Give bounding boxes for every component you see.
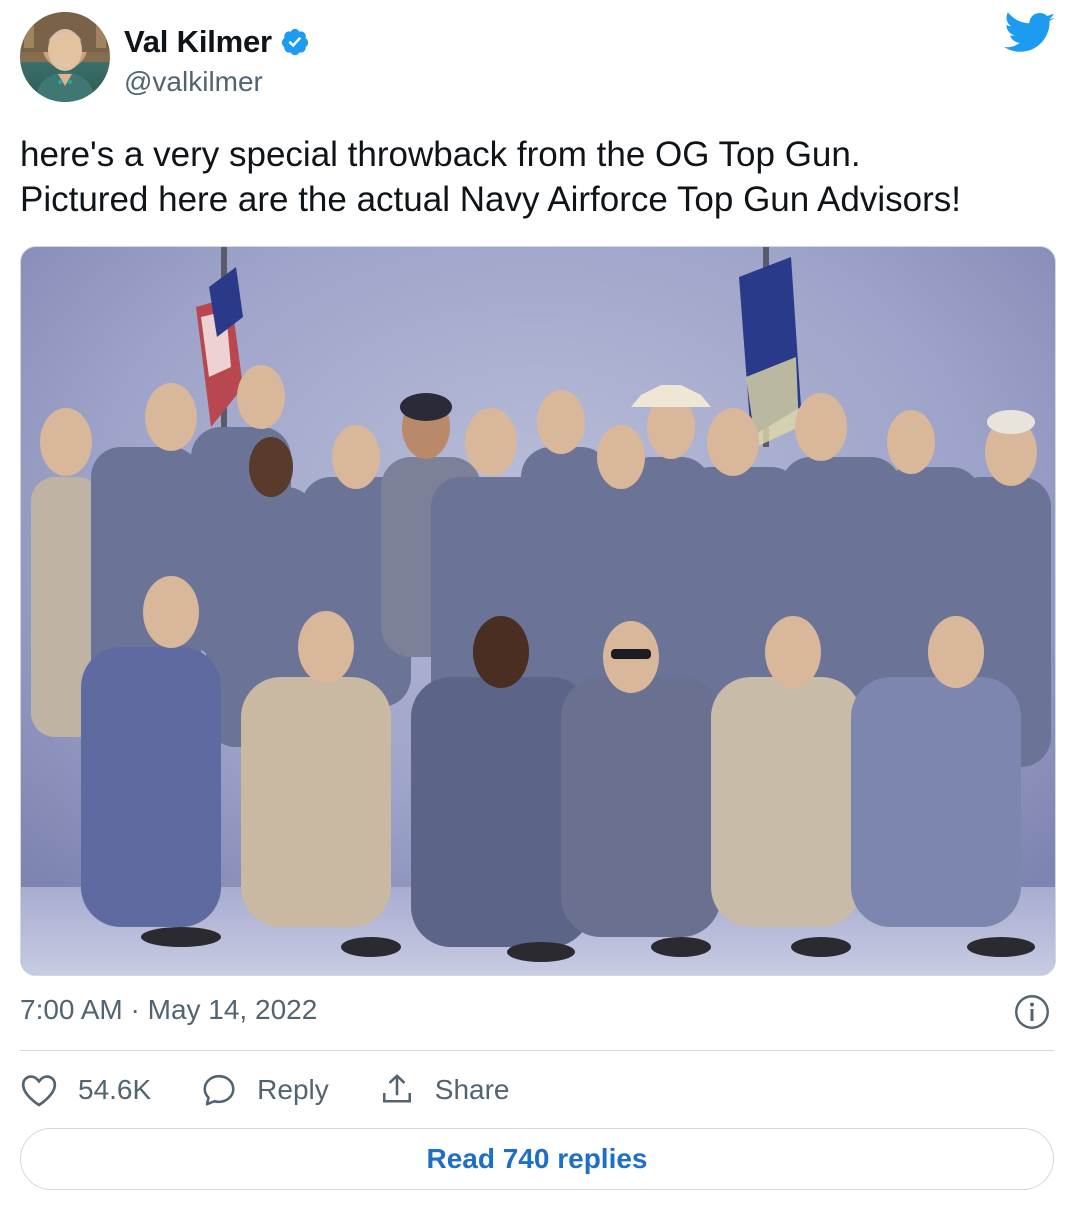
author-handle[interactable]: @valkilmer	[124, 66, 263, 98]
tweet-text-line: here's a very special throwback from the…	[20, 135, 861, 174]
verified-badge-icon	[281, 28, 309, 56]
author-display-name[interactable]: Val Kilmer	[124, 24, 272, 60]
share-button[interactable]: Share	[379, 1072, 510, 1108]
info-icon[interactable]	[1014, 994, 1050, 1030]
read-replies-button[interactable]: Read 740 replies	[20, 1128, 1054, 1190]
speech-bubble-icon	[203, 1074, 235, 1106]
heart-icon	[21, 1075, 57, 1107]
like-count: 54.6K	[78, 1074, 152, 1105]
tweet-photo[interactable]	[20, 246, 1056, 976]
tweet-actions: 54.6K Reply Share	[20, 1070, 559, 1110]
like-button[interactable]: 54.6K	[20, 1072, 151, 1108]
tweet-text-line: Pictured here are the actual Navy Airfor…	[20, 180, 961, 219]
twitter-bird-icon[interactable]	[1004, 12, 1056, 56]
author-name-row[interactable]: Val Kilmer	[124, 24, 310, 60]
author-avatar[interactable]	[20, 12, 110, 102]
tweet-timestamp[interactable]: 7:00 AM · May 14, 2022	[20, 994, 317, 1026]
reply-label: Reply	[257, 1074, 329, 1105]
tweet-text: here's a very special throwback from the…	[20, 132, 1060, 222]
share-upload-icon	[382, 1074, 411, 1103]
reply-button[interactable]: Reply	[201, 1072, 329, 1108]
divider	[20, 1050, 1054, 1051]
share-label: Share	[434, 1074, 510, 1105]
